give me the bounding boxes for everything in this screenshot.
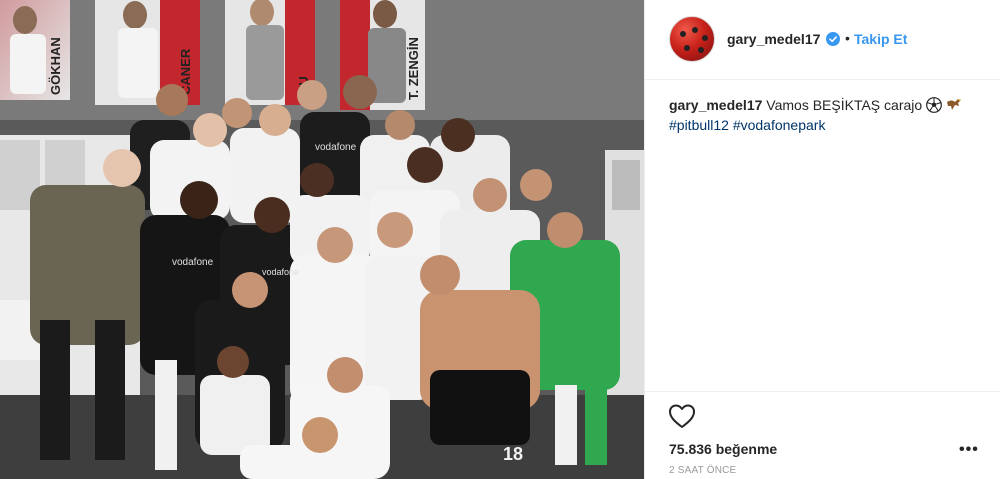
post-actions: 75.836 beğenme ••• 2 SAAT ÖNCE bbox=[645, 391, 1000, 479]
sponsor-text-2: vodafone bbox=[172, 257, 214, 268]
verified-badge-icon bbox=[826, 32, 840, 46]
eagle-icon bbox=[946, 99, 961, 110]
sponsor-text-1: vodafone bbox=[315, 142, 357, 153]
post-sidebar: gary_medel17 • Takip Et gary_medel17 Vam… bbox=[644, 0, 1000, 479]
heart-icon[interactable] bbox=[668, 403, 696, 429]
likes-count[interactable]: 75.836 beğenme bbox=[669, 441, 777, 457]
soccer-ball-icon bbox=[926, 97, 942, 113]
jersey-number: 18 bbox=[503, 444, 523, 464]
banner-name-1: GÖKHAN bbox=[48, 37, 63, 95]
post-header: gary_medel17 • Takip Et bbox=[645, 0, 1000, 80]
caption-text: Vamos BEŞİKTAŞ carajo bbox=[766, 97, 923, 113]
header-username[interactable]: gary_medel17 bbox=[727, 31, 820, 47]
banner-name-4: T. ZENGİN bbox=[406, 37, 421, 100]
more-options-button[interactable]: ••• bbox=[959, 441, 979, 459]
team-photo-illustration: GÖKHAN CANER KU T. ZENGİN bbox=[0, 0, 644, 479]
post-caption: gary_medel17 Vamos BEŞİKTAŞ carajo #pitb… bbox=[669, 95, 979, 135]
post-timestamp[interactable]: 2 SAAT ÖNCE bbox=[669, 465, 736, 476]
follow-button[interactable]: Takip Et bbox=[854, 31, 907, 47]
post-photo[interactable]: GÖKHAN CANER KU T. ZENGİN bbox=[0, 0, 644, 479]
hashtag-2[interactable]: #vodafonepark bbox=[733, 117, 826, 133]
caption-username[interactable]: gary_medel17 bbox=[669, 97, 762, 113]
sponsor-text-3: vodafone bbox=[262, 267, 299, 277]
hashtag-1[interactable]: #pitbull12 bbox=[669, 117, 729, 133]
header-separator: • bbox=[845, 30, 850, 46]
instagram-post: GÖKHAN CANER KU T. ZENGİN bbox=[0, 0, 1000, 479]
avatar[interactable] bbox=[669, 16, 715, 62]
